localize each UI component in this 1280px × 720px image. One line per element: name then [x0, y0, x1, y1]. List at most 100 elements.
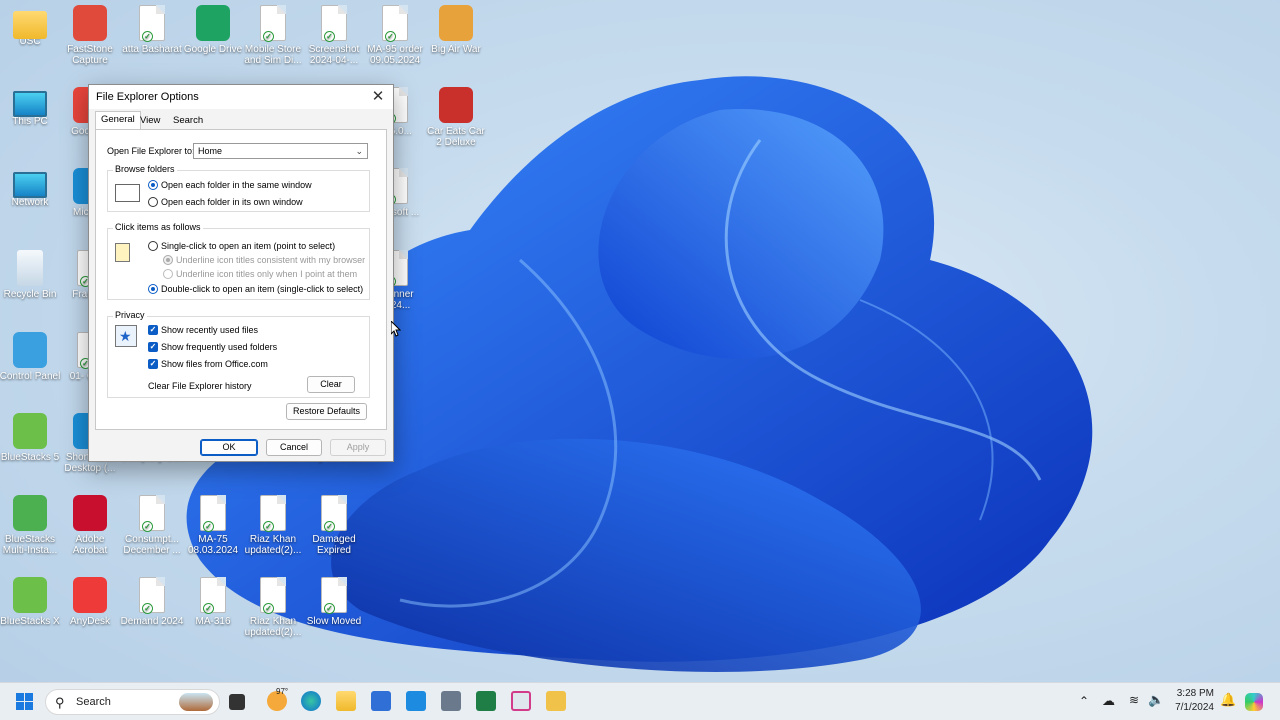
- radio-underline-point[interactable]: [163, 269, 173, 279]
- desktop-icon[interactable]: AnyDesk: [58, 577, 122, 627]
- radio-underline-browser[interactable]: [163, 255, 173, 265]
- desktop-icon[interactable]: ✓ Riaz Khan updated(2)...: [241, 495, 305, 556]
- document-icon: ✓: [260, 495, 286, 532]
- copilot-icon[interactable]: [1245, 693, 1263, 711]
- desktop-icon[interactable]: Adobe Acrobat: [58, 495, 122, 556]
- dialog-titlebar[interactable]: File Explorer Options ✕: [89, 85, 393, 109]
- tab-search[interactable]: Search: [168, 113, 208, 130]
- desktop-icon[interactable]: ✓ Slow Moved: [302, 577, 366, 627]
- chevron-down-icon: ⌄: [355, 146, 363, 156]
- onedrive-icon[interactable]: ☁: [1102, 693, 1115, 709]
- folder-app-icon[interactable]: [546, 691, 566, 711]
- document-icon: ✓: [321, 495, 347, 532]
- desktop-icon[interactable]: BlueStacks 5: [0, 413, 62, 463]
- desktop-icon-label: MA-75 08.03.2024: [187, 534, 239, 556]
- document-icon: ✓: [139, 577, 165, 614]
- open-to-value: Home: [198, 146, 223, 156]
- desktop-icon[interactable]: BlueStacks X: [0, 577, 62, 627]
- open-to-dropdown[interactable]: Home ⌄: [193, 143, 368, 159]
- desktop-icon[interactable]: ✓ MA-75 08.03.2024: [181, 495, 245, 556]
- snipping-tool-icon[interactable]: [511, 691, 531, 711]
- browse-group-label: Browse folders: [113, 164, 177, 174]
- desktop-icon[interactable]: ✓ Riaz Khan updated(2)...: [241, 577, 305, 638]
- clear-button[interactable]: Clear: [307, 376, 355, 393]
- desktop-icon[interactable]: USC: [0, 5, 62, 47]
- sync-check-icon: ✓: [203, 521, 214, 532]
- desktop-icon[interactable]: ✓ Demand 2024: [120, 577, 184, 627]
- file-explorer-icon[interactable]: [336, 691, 356, 711]
- desktop-icon-label: Recycle Bin: [3, 289, 57, 300]
- desktop-icon[interactable]: Car Eats Car 2 Deluxe: [424, 87, 488, 148]
- sync-check-icon: ✓: [263, 603, 274, 614]
- edge-icon[interactable]: [301, 691, 321, 711]
- checkbox-recent-files[interactable]: ✓: [148, 325, 158, 335]
- desktop-icon-label: This PC: [12, 116, 48, 127]
- desktop-icon[interactable]: Big Air War: [424, 5, 488, 55]
- close-icon[interactable]: ✕: [367, 87, 389, 107]
- restore-defaults-button[interactable]: Restore Defaults: [286, 403, 367, 420]
- desktop-icon[interactable]: ✓ Damaged Expired: [302, 495, 366, 556]
- wifi-icon[interactable]: ≋: [1129, 693, 1139, 707]
- desktop-icon[interactable]: ✓ Consumpt... December ...: [120, 495, 184, 556]
- checkbox-frequent-folders[interactable]: ✓: [148, 342, 158, 352]
- notification-bell-icon[interactable]: 🔔: [1220, 692, 1236, 708]
- desktop-icon-label: Consumpt... December ...: [123, 534, 181, 556]
- document-icon: ✓: [139, 5, 165, 42]
- desktop-icon[interactable]: ✓ Screenshot 2024-04-...: [302, 5, 366, 66]
- desktop-icon[interactable]: Control Panel: [0, 332, 62, 382]
- show-frequent-label: Show frequently used folders: [161, 342, 278, 352]
- desktop-icon-label: FastStone Capture: [67, 44, 113, 66]
- cancel-button[interactable]: Cancel: [266, 439, 322, 456]
- radio-double-click[interactable]: [148, 284, 158, 294]
- app-icon: [13, 413, 47, 449]
- sync-check-icon: ✓: [142, 31, 153, 42]
- mail-icon[interactable]: [406, 691, 426, 711]
- privacy-star-icon: ★: [115, 325, 137, 347]
- desktop-icon[interactable]: BlueStacks Multi-Insta...: [0, 495, 62, 556]
- desktop-icon[interactable]: ✓ MA-95 order 09.05.2024: [363, 5, 427, 66]
- apply-button[interactable]: Apply: [330, 439, 386, 456]
- radio-same-window[interactable]: [148, 180, 158, 190]
- desktop-icon[interactable]: Network: [0, 168, 62, 208]
- desktop-icon-label: Riaz Khan updated(2)...: [244, 534, 302, 556]
- desktop-icon-label: Big Air War: [431, 44, 481, 55]
- store-icon[interactable]: [371, 691, 391, 711]
- folder-icon: [13, 11, 47, 39]
- desktop-icon-label: BlueStacks Multi-Insta...: [2, 534, 58, 556]
- desktop-icon[interactable]: FastStone Capture: [58, 5, 122, 66]
- sync-check-icon: ✓: [142, 521, 153, 532]
- desktop-icon-label: Screenshot 2024-04-...: [308, 44, 360, 66]
- browse-own-label: Open each folder in its own window: [161, 197, 303, 207]
- sync-check-icon: ✓: [142, 603, 153, 614]
- excel-icon[interactable]: [476, 691, 496, 711]
- chevron-up-icon[interactable]: ⌃: [1079, 694, 1089, 708]
- taskbar-search[interactable]: ⚲ Search: [45, 689, 220, 715]
- windows-logo-icon: [16, 693, 34, 710]
- desktop-icon[interactable]: Google Drive: [181, 5, 245, 55]
- checkbox-office-files[interactable]: ✓: [148, 359, 158, 369]
- double-click-label: Double-click to open an item (single-cli…: [161, 284, 364, 294]
- calculator-icon[interactable]: [441, 691, 461, 711]
- clock-time[interactable]: 3:28 PM: [1174, 688, 1214, 699]
- tab-view[interactable]: View: [135, 113, 165, 130]
- tab-general[interactable]: General: [95, 111, 141, 130]
- ok-button[interactable]: OK: [200, 439, 258, 456]
- desktop-icon[interactable]: This PC: [0, 87, 62, 127]
- start-button[interactable]: [16, 693, 34, 711]
- general-panel: Open File Explorer to: Home ⌄ Browse fol…: [95, 129, 387, 430]
- radio-own-window[interactable]: [148, 197, 158, 207]
- volume-icon[interactable]: 🔈: [1148, 692, 1164, 708]
- desktop-icon-label: BlueStacks 5: [0, 452, 60, 463]
- desktop-icon[interactable]: ✓ MA-316: [181, 577, 245, 627]
- search-icon: ⚲: [55, 695, 65, 710]
- desktop-icon[interactable]: ✓ atta Basharat: [120, 5, 184, 55]
- radio-single-click[interactable]: [148, 241, 158, 251]
- browse-same-label: Open each folder in the same window: [161, 180, 312, 190]
- desktop-icon[interactable]: Recycle Bin: [0, 250, 62, 300]
- clock-date[interactable]: 7/1/2024: [1172, 702, 1214, 713]
- desktop-icon[interactable]: ✓ Mobile Store and Sim Di...: [241, 5, 305, 66]
- task-view-icon[interactable]: [229, 694, 245, 710]
- app-icon: [73, 495, 107, 531]
- document-icon: ✓: [260, 577, 286, 614]
- desktop-icon-label: Network: [11, 197, 49, 208]
